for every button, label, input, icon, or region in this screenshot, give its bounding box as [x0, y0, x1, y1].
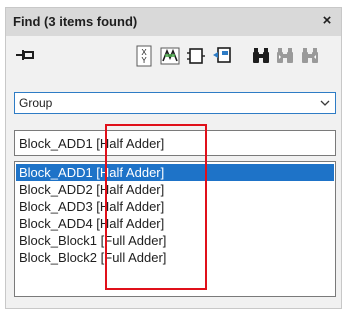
port-button[interactable]	[211, 45, 233, 67]
find-panel: Find (3 items found) × X Y Group Block_A…	[5, 7, 342, 309]
find-next-icon	[302, 48, 318, 63]
match-case-icon: X Y	[136, 45, 152, 67]
result-item-label: Block_ADD1 [Half Adder]	[19, 165, 165, 180]
search-input[interactable]: Block_ADD1 [Half Adder]	[14, 130, 336, 156]
result-item[interactable]: Block_ADD3 [Half Adder]	[16, 198, 334, 215]
close-button[interactable]: ×	[317, 11, 337, 31]
search-input-value: Block_ADD1 [Half Adder]	[19, 136, 165, 151]
filter-icon	[160, 47, 180, 65]
find-next-button[interactable]	[299, 45, 321, 67]
pin-button[interactable]	[14, 45, 36, 67]
result-item[interactable]: Block_Block1 [Full Adder]	[16, 232, 334, 249]
results-list[interactable]: Block_ADD1 [Half Adder] Block_ADD2 [Half…	[14, 161, 336, 297]
result-item-label: Block_ADD2 [Half Adder]	[19, 182, 165, 197]
result-item[interactable]: Block_ADD2 [Half Adder]	[16, 181, 334, 198]
result-item-label: Block_Block1 [Full Adder]	[19, 233, 167, 248]
scope-dropdown-value: Group	[19, 96, 53, 110]
result-item-label: Block_ADD3 [Half Adder]	[19, 199, 165, 214]
svg-text:Y: Y	[141, 56, 147, 65]
find-previous-button[interactable]	[274, 45, 296, 67]
toolbar: X Y	[6, 36, 341, 72]
pin-icon	[16, 50, 34, 60]
result-item[interactable]: Block_ADD4 [Half Adder]	[16, 215, 334, 232]
result-item[interactable]: Block_ADD1 [Half Adder]	[16, 164, 334, 181]
filter-button[interactable]	[159, 45, 181, 67]
result-item-label: Block_ADD4 [Half Adder]	[19, 216, 165, 231]
title-bar: Find (3 items found) ×	[6, 8, 341, 36]
port-icon	[213, 47, 231, 63]
result-item[interactable]: Block_Block2 [Full Adder]	[16, 249, 334, 266]
scope-dropdown[interactable]: Group	[14, 92, 336, 114]
find-button[interactable]	[250, 45, 272, 67]
block-icon	[187, 48, 205, 64]
match-case-button[interactable]: X Y	[133, 45, 155, 67]
block-button[interactable]	[185, 45, 207, 67]
window-title: Find (3 items found)	[13, 14, 138, 29]
chevron-down-icon	[320, 100, 330, 106]
result-item-label: Block_Block2 [Full Adder]	[19, 250, 167, 265]
find-prev-icon	[277, 48, 293, 63]
find-icon	[253, 48, 269, 63]
